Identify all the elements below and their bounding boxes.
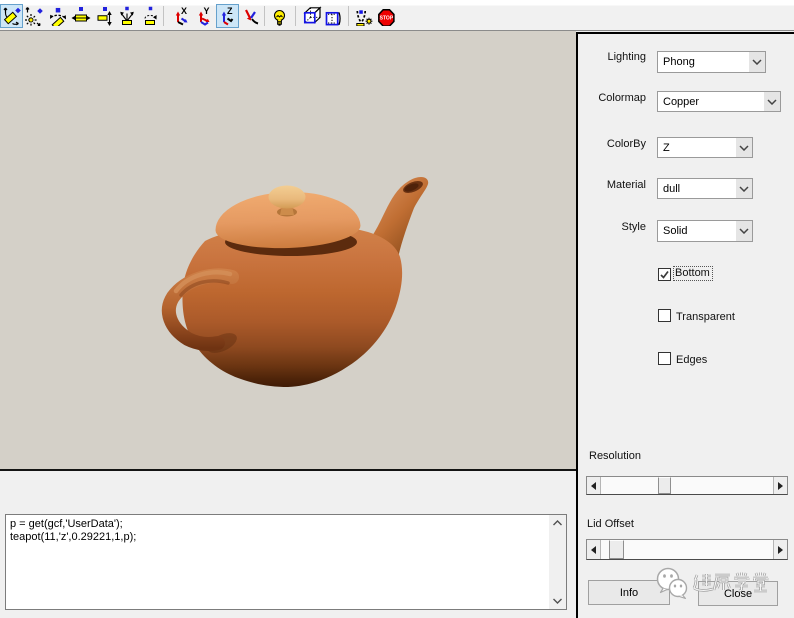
svg-text:X: X bbox=[181, 6, 187, 16]
svg-text:Y: Y bbox=[203, 6, 209, 16]
svg-text:Z: Z bbox=[227, 6, 233, 16]
svg-text:STOP: STOP bbox=[379, 15, 393, 21]
